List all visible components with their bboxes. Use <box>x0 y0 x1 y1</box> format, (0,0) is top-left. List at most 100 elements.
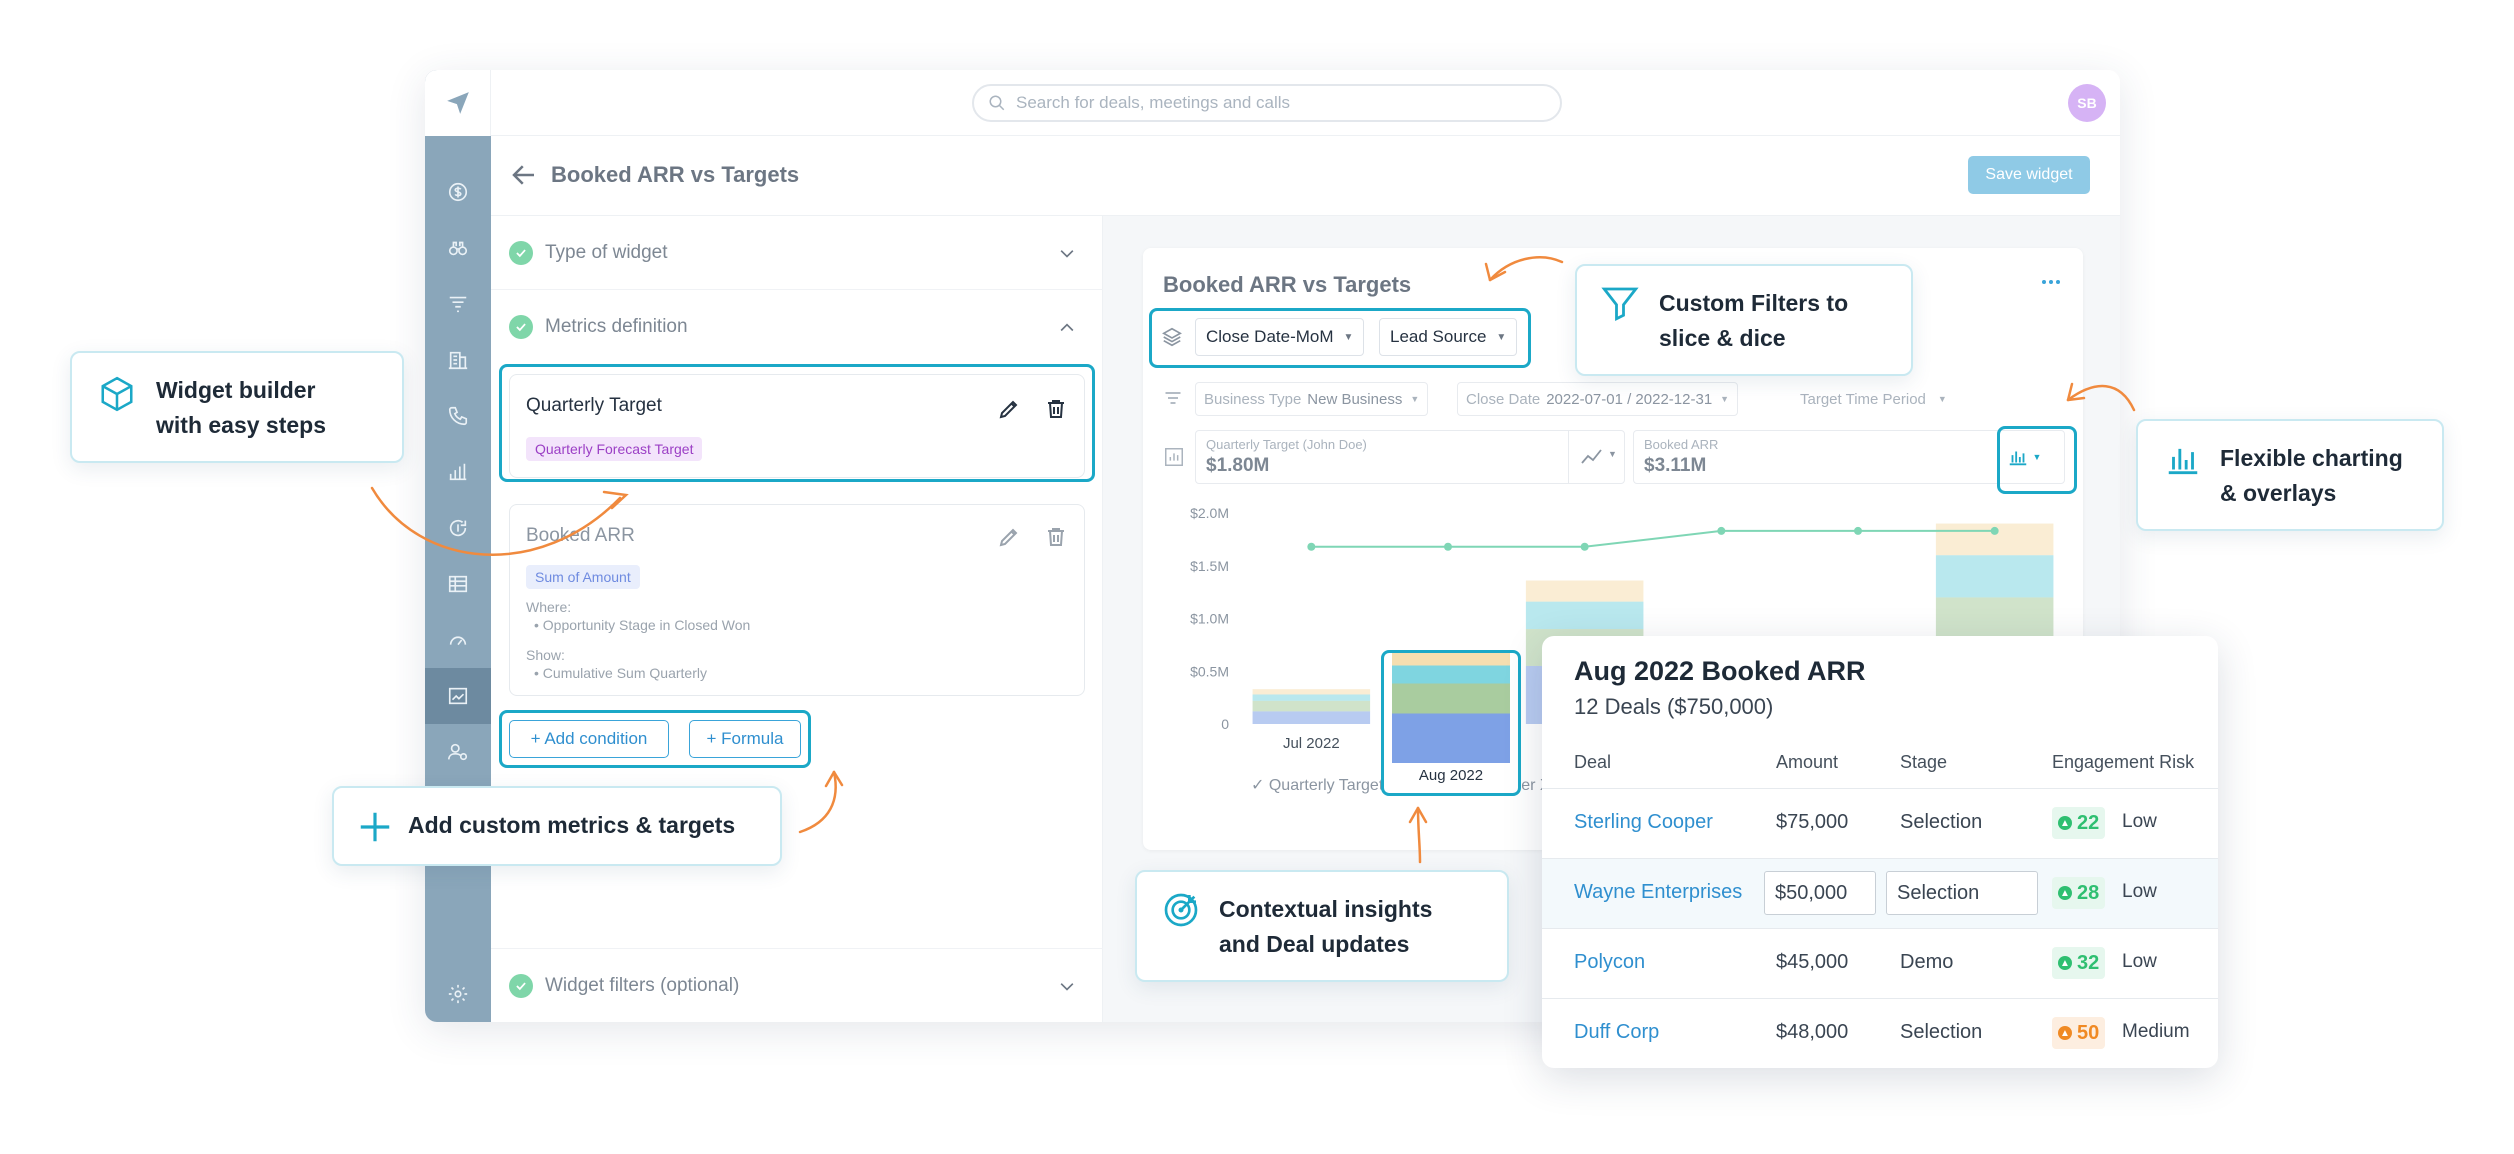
highlight-add-buttons <box>499 710 811 768</box>
phone-icon <box>448 406 468 426</box>
amount-input[interactable]: $50,000 <box>1764 871 1876 915</box>
section-widget-filters[interactable]: Widget filters (optional) <box>491 948 1103 1022</box>
metric-box-quarterly-target[interactable]: Quarterly Target (John Doe) $1.80M ▼ <box>1195 430 1625 484</box>
bar-segment <box>1252 694 1371 701</box>
target-icon <box>1164 893 1198 927</box>
deal-link[interactable]: Duff Corp <box>1574 1021 1659 1044</box>
target-point <box>1990 526 1999 535</box>
sidebar-item-team[interactable] <box>425 724 491 780</box>
deal-link[interactable]: Polycon <box>1574 951 1645 974</box>
selected-bar-highlight[interactable]: Aug 2022 <box>1381 643 1521 796</box>
search-input[interactable]: Search for deals, meetings and calls <box>972 84 1562 122</box>
funnel-icon <box>449 296 467 313</box>
callout-widget-builder: Widget builder with easy steps <box>70 351 404 463</box>
selected-bar-segment <box>1392 713 1510 763</box>
sidebar-item-performance[interactable] <box>425 612 491 668</box>
callout-text: Custom Filters to slice & dice <box>1659 290 1849 351</box>
save-widget-button[interactable]: Save widget <box>1968 156 2090 194</box>
avatar[interactable]: SB <box>2068 84 2106 122</box>
filter-funnel-icon <box>1601 287 1639 322</box>
sidebar-item-settings[interactable] <box>425 966 491 1022</box>
target-point <box>1307 542 1316 551</box>
bar-segment <box>1252 689 1371 695</box>
deal-amount: $45,000 <box>1776 951 1849 973</box>
bar-segment <box>1935 555 2054 598</box>
dashboard-icon <box>448 687 468 705</box>
highlight-chart-type <box>1997 426 2077 494</box>
page-title: Booked ARR vs Targets <box>551 162 800 187</box>
sidebar-item-analytics[interactable] <box>425 444 491 500</box>
cube-icon <box>101 376 133 412</box>
metric-tag: Sum of Amount <box>526 565 640 589</box>
section-label: Type of widget <box>545 241 668 263</box>
risk-level: Low <box>2122 881 2157 902</box>
check-circle-icon <box>509 240 533 265</box>
table-row[interactable]: Polycon $45,000 Demo ▲ 32 Low <box>1542 928 2218 998</box>
widget-builder-pane: Type of widget Metrics definition Quarte… <box>491 216 1103 1022</box>
risk-level: Medium <box>2122 1021 2190 1042</box>
back-arrow-icon[interactable] <box>509 160 539 190</box>
metric-box-value: $1.80M <box>1206 455 1270 476</box>
table-row[interactable]: Duff Corp $48,000 Selection ▲ 50 Medium <box>1542 998 2218 1068</box>
check-circle-icon <box>509 973 533 998</box>
sidebar-item-deals[interactable] <box>425 164 491 220</box>
risk-score-badge: ▲ 50 <box>2052 1017 2106 1049</box>
callout-text: Flexible charting & overlays <box>2220 445 2403 506</box>
callout-flexible-charting: Flexible charting & overlays <box>2136 419 2444 531</box>
plus-icon <box>360 812 390 842</box>
sidebar-item-insights[interactable] <box>425 220 491 276</box>
y-tick-label: $2.0M <box>1190 505 1229 521</box>
risk-score-badge: ▲ 22 <box>2052 807 2106 839</box>
trash-icon[interactable] <box>1044 525 1068 549</box>
y-tick-label: 0 <box>1221 716 1229 732</box>
risk-score-badge: ▲ 32 <box>2052 947 2106 979</box>
check-circle-icon <box>509 315 533 339</box>
sidebar-item-dashboards[interactable] <box>425 668 491 724</box>
table-row[interactable]: Sterling Cooper $75,000 Selection ▲ 22 Lo… <box>1542 788 2218 858</box>
stage-select[interactable]: Selection <box>1886 871 2038 915</box>
filter-target-time-period[interactable]: Target Time Period ▼ <box>1791 382 1956 416</box>
section-metrics-definition[interactable]: Metrics definition <box>491 290 1103 364</box>
send-logo-icon <box>446 92 469 114</box>
target-point <box>1580 542 1589 551</box>
callout-text: Widget builder with easy steps <box>156 377 327 438</box>
sidebar-item-accounts[interactable] <box>425 332 491 388</box>
table-row-selected[interactable]: Wayne Enterprises $50,000 Selection ▲ 28 … <box>1542 858 2218 928</box>
bar-segment <box>1252 711 1371 724</box>
y-tick-label: $0.5M <box>1190 663 1229 679</box>
callout-contextual-insights: Contextual insights and Deal updates <box>1135 870 1509 982</box>
filter-close-date[interactable]: Close Date 2022-07-01 / 2022-12-31 ▼ <box>1457 382 1739 416</box>
y-tick-label: $1.5M <box>1190 558 1229 574</box>
selected-bar-segment <box>1392 665 1510 684</box>
pencil-icon[interactable] <box>997 525 1021 549</box>
deal-stage: Selection <box>1900 1021 1983 1043</box>
deal-stage: Selection <box>1900 811 1983 833</box>
column-header-stage: Stage <box>1900 752 1948 772</box>
where-value: • Opportunity Stage in Closed Won <box>534 617 751 633</box>
legend-item: ✓ Quarterly Target <box>1251 777 1384 794</box>
metric-card-booked-arr[interactable]: Booked ARR Sum of Amount Where: • Opport… <box>509 504 1085 696</box>
chevron-down-icon <box>1060 250 1074 258</box>
callout-custom-metrics: Add custom metrics & targets <box>332 786 782 866</box>
deal-link[interactable]: Sterling Cooper <box>1574 811 1713 834</box>
sidebar-item-reports[interactable] <box>425 556 491 612</box>
section-type-of-widget[interactable]: Type of widget <box>491 216 1103 290</box>
deal-link[interactable]: Wayne Enterprises <box>1574 881 1742 904</box>
line-chart-type-icon[interactable] <box>1580 447 1604 467</box>
metric-box-label: Quarterly Target (John Doe) <box>1206 437 1367 452</box>
section-label: Widget filters (optional) <box>545 974 740 996</box>
target-line <box>1311 529 1995 548</box>
filter-business-type[interactable]: Business Type New Business ▼ <box>1195 382 1429 416</box>
more-icon[interactable] <box>2041 278 2061 286</box>
bar-chart-icon <box>449 463 467 481</box>
sidebar-item-calls[interactable] <box>425 388 491 444</box>
chevron-up-icon <box>1060 323 1074 332</box>
sidebar-item-pipeline[interactable] <box>425 276 491 332</box>
refresh-dollar-icon <box>449 519 467 537</box>
bar-segment <box>1252 700 1371 712</box>
sidebar-item-forecast[interactable] <box>425 500 491 556</box>
highlight-metric-card <box>499 364 1095 482</box>
metric-title: Booked ARR <box>526 525 635 546</box>
chart-small-icon <box>1165 448 1183 466</box>
logo[interactable] <box>425 70 491 136</box>
